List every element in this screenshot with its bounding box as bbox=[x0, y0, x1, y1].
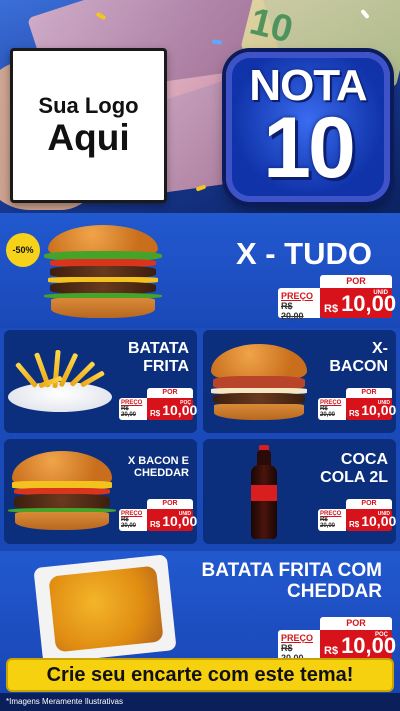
price-old-value: R$ 20,00 bbox=[121, 517, 137, 529]
price-old-value: R$ 20,00 bbox=[121, 406, 137, 418]
nota-10-badge: NOTA 10 bbox=[226, 52, 390, 202]
price-old: PREÇO R$ 20,00 bbox=[278, 288, 320, 321]
price-por-label: POR bbox=[346, 388, 392, 398]
price-old: PREÇO R$ 20,00 bbox=[278, 630, 320, 663]
menu-item-card: COCA COLA 2L POR PREÇO R$ 20,00 R$ 10,00… bbox=[203, 439, 396, 544]
featured-item-card: BATATA FRITA COM CHEDDAR POR PREÇO R$ 20… bbox=[0, 551, 400, 671]
discount-badge: -50% bbox=[6, 233, 40, 267]
price-old-value: R$ 20,00 bbox=[281, 301, 304, 321]
item-title: X BACON E CHEDDAR bbox=[127, 455, 189, 480]
menu-item-card: BATATA FRITA POR PREÇO R$ 20,00 R$ 10,00… bbox=[4, 330, 197, 433]
price-currency: R$ bbox=[349, 409, 360, 418]
price-currency: R$ bbox=[324, 645, 339, 657]
price-currency: R$ bbox=[150, 409, 161, 418]
price-unit: POÇ bbox=[180, 400, 191, 406]
logo-placeholder: Sua Logo Aqui bbox=[10, 48, 167, 203]
price-old: PREÇO R$ 20,00 bbox=[119, 398, 147, 420]
cheddar-fries-topping bbox=[48, 565, 164, 653]
item-title: BATATA FRITA bbox=[127, 340, 189, 375]
price-new: R$ 10,00 UNID bbox=[346, 509, 396, 531]
header-banner: 10 Sua Logo Aqui NOTA 10 bbox=[0, 0, 400, 215]
price-unit: UNID bbox=[377, 400, 390, 406]
price-currency: R$ bbox=[349, 520, 360, 529]
hero-item-card: -50% X - TUDO POR PREÇO R$ 20,00 R$ 10,0… bbox=[0, 213, 400, 328]
x-bacon-image bbox=[211, 344, 307, 422]
price-tag: POR PREÇO R$ 20,00 R$ 10,00 UNID bbox=[278, 275, 396, 321]
x-tudo-image bbox=[43, 225, 163, 320]
item-title: X-BACON bbox=[329, 340, 388, 375]
price-old: PREÇO R$ 20,00 bbox=[318, 398, 346, 420]
menu-section: -50% X - TUDO POR PREÇO R$ 20,00 R$ 10,0… bbox=[0, 213, 400, 711]
logo-text-line1: Sua Logo bbox=[38, 93, 139, 119]
price-por-label: POR bbox=[147, 499, 193, 509]
price-old-value: R$ 20,00 bbox=[320, 517, 336, 529]
price-tag: POR PREÇO R$ 20,00 R$ 10,00 UNID bbox=[119, 499, 197, 535]
price-new: R$ 10,00 POÇ bbox=[320, 630, 396, 660]
price-tag: POR PREÇO R$ 20,00 R$ 10,00 UNID bbox=[318, 499, 396, 535]
price-por-label: POR bbox=[320, 617, 392, 630]
price-new: R$ 10,00 UNID bbox=[320, 288, 396, 318]
price-old: PREÇO R$ 20,00 bbox=[318, 509, 346, 531]
price-new: R$ 10,00 UNID bbox=[147, 509, 197, 531]
item-title: COCA COLA 2L bbox=[320, 451, 388, 486]
price-unit: POÇ bbox=[374, 632, 388, 638]
x-bacon-cheddar-image bbox=[8, 451, 116, 533]
price-tag: POR PREÇO R$ 20,00 R$ 10,00 POÇ bbox=[119, 388, 197, 424]
price-por-label: POR bbox=[320, 275, 392, 288]
price-unit: UNID bbox=[373, 290, 388, 296]
badge-number: 10 bbox=[263, 100, 356, 197]
item-title: BATATA FRITA COM CHEDDAR bbox=[201, 560, 382, 602]
price-new: R$ 10,00 POÇ bbox=[147, 398, 197, 420]
price-new: R$ 10,00 UNID bbox=[346, 398, 396, 420]
price-por-label: POR bbox=[147, 388, 193, 398]
logo-text-line2: Aqui bbox=[47, 117, 130, 159]
price-old-value: R$ 20,00 bbox=[320, 406, 336, 418]
menu-item-card: X-BACON POR PREÇO R$ 20,00 R$ 10,00 UNID bbox=[203, 330, 396, 433]
price-currency: R$ bbox=[324, 303, 339, 315]
price-old: PREÇO R$ 20,00 bbox=[119, 509, 147, 531]
price-value: 10,00 bbox=[341, 633, 397, 658]
coca-cola-bottle-image bbox=[249, 445, 279, 539]
price-por-label: POR bbox=[346, 499, 392, 509]
price-tag: POR PREÇO R$ 20,00 R$ 10,00 POÇ bbox=[278, 617, 396, 663]
disclaimer-text: *Imagens Meramente Ilustrativas bbox=[0, 693, 400, 711]
price-unit: UNID bbox=[178, 511, 191, 517]
price-unit: UNID bbox=[377, 511, 390, 517]
price-preco-label: PREÇO bbox=[281, 633, 314, 643]
price-tag: POR PREÇO R$ 20,00 R$ 10,00 UNID bbox=[318, 388, 396, 424]
fries-plate-image bbox=[8, 382, 112, 412]
price-value: 10,00 bbox=[341, 291, 397, 316]
item-title: X - TUDO bbox=[235, 236, 372, 271]
menu-item-card: X BACON E CHEDDAR POR PREÇO R$ 20,00 R$ … bbox=[4, 439, 197, 544]
price-preco-label: PREÇO bbox=[281, 291, 314, 301]
price-currency: R$ bbox=[150, 520, 161, 529]
cta-banner[interactable]: Crie seu encarte com este tema! bbox=[6, 658, 394, 692]
